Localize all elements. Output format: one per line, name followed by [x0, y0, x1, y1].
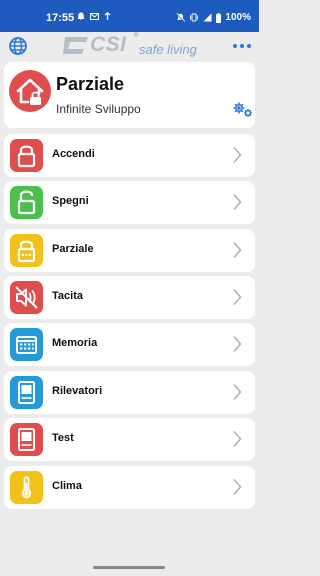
system-status-card: Parziale Infinite Sviluppo [4, 62, 255, 128]
battery-icon [216, 12, 222, 23]
menu-label: Memoria [52, 337, 98, 349]
calendar-icon [10, 328, 43, 361]
thermometer-icon [10, 471, 43, 504]
menu-label: Accendi [52, 148, 95, 160]
alarm-icon [77, 12, 85, 21]
menu-item-accendi[interactable]: Accendi [4, 134, 255, 177]
chevron-right-icon [233, 479, 242, 495]
menu-label: Parziale [52, 243, 94, 255]
status-title: Parziale [56, 74, 125, 94]
chevron-right-icon [233, 336, 242, 352]
globe-icon[interactable] [8, 36, 28, 56]
lock-open-icon [10, 186, 43, 219]
menu-item-parziale[interactable]: Parziale [4, 229, 255, 272]
status-bar: 17:55 100% [0, 0, 259, 32]
lock-partial-icon [10, 234, 43, 267]
more-options-icon[interactable] [232, 42, 252, 50]
chevron-right-icon [233, 289, 242, 305]
app-logo: CSI ® safe living [62, 33, 212, 59]
test-icon [10, 423, 43, 456]
settings-gears-icon[interactable] [232, 100, 254, 118]
home-gesture-handle[interactable] [93, 566, 165, 569]
speaker-mute-icon [10, 281, 43, 314]
menu-item-rilevatori[interactable]: Rilevatori [4, 371, 255, 414]
signal-icon [203, 13, 212, 22]
system-navigation-bar [0, 560, 259, 576]
menu-item-spegni[interactable]: Spegni [4, 181, 255, 224]
battery-percent: 100% [225, 12, 251, 23]
chevron-right-icon [233, 242, 242, 258]
status-subtitle: Infinite Sviluppo [56, 102, 141, 116]
logo-tagline: safe living [139, 42, 197, 57]
menu-item-tacita[interactable]: Tacita [4, 276, 255, 319]
menu-label: Tacita [52, 290, 83, 302]
vibrate-icon [190, 13, 199, 22]
mail-icon [90, 13, 99, 20]
menu-label: Clima [52, 480, 82, 492]
menu-label: Test [52, 432, 74, 444]
house-lock-icon [9, 70, 51, 112]
logo-text: CSI [90, 33, 127, 56]
lock-closed-icon [10, 139, 43, 172]
detector-icon [10, 376, 43, 409]
status-time: 17:55 [46, 12, 75, 24]
chevron-right-icon [233, 431, 242, 447]
logo-registered: ® [134, 33, 139, 39]
menu-label: Rilevatori [52, 385, 103, 397]
app-bar: CSI ® safe living [0, 32, 259, 60]
logo-mark [63, 37, 88, 54]
menu-item-memoria[interactable]: Memoria [4, 323, 255, 366]
sync-icon [104, 12, 111, 20]
status-right-icons: 100% [176, 12, 251, 23]
menu-item-clima[interactable]: Clima [4, 466, 255, 509]
chevron-right-icon [233, 147, 242, 163]
menu-item-test[interactable]: Test [4, 418, 255, 461]
chevron-right-icon [233, 384, 242, 400]
chevron-right-icon [233, 194, 242, 210]
mute-icon [176, 13, 186, 22]
status-left-icons [77, 12, 111, 21]
menu-label: Spegni [52, 195, 89, 207]
